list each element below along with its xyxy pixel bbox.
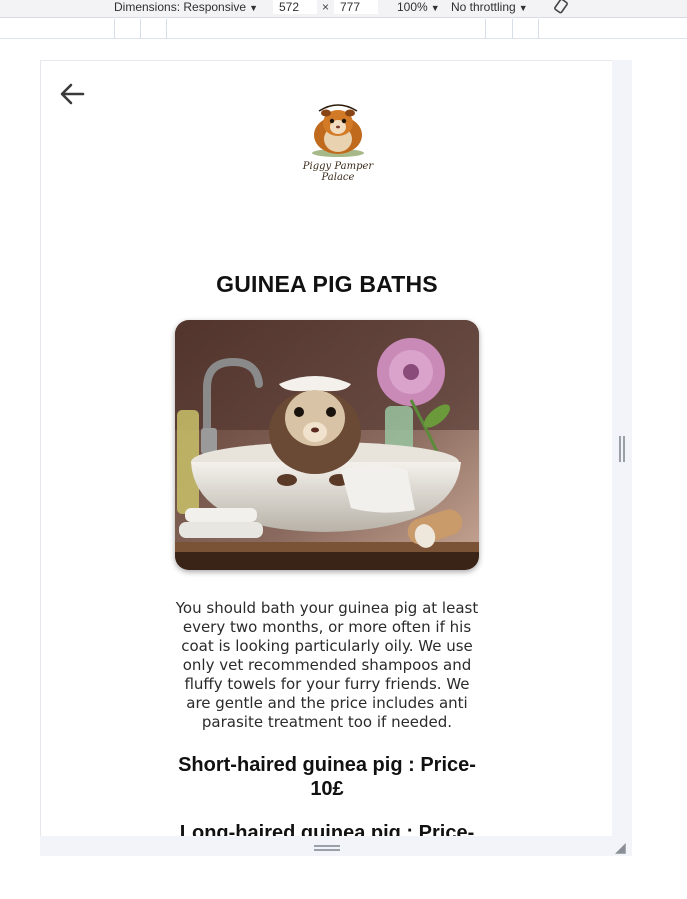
arrow-left-icon — [60, 83, 85, 105]
ruler-tick — [512, 19, 513, 39]
guinea-pig-logo-icon — [312, 104, 364, 157]
price-short-haired: Short-haired guinea pig : Price- 10£ — [178, 754, 476, 800]
page-viewport: Piggy Pamper Palace GUINEA PIG BATHS You… — [40, 60, 612, 836]
dimensions-dropdown[interactable]: Dimensions: Responsive ▼ — [114, 0, 258, 15]
resize-handle-bottom[interactable] — [314, 845, 340, 851]
logo-text: Piggy Pamper Palace — [299, 161, 377, 183]
ruler-tick — [140, 19, 141, 39]
chevron-down-icon: ▼ — [249, 3, 258, 13]
logo-text-line1: Piggy Pamper — [302, 161, 374, 172]
ruler-tick — [538, 19, 539, 39]
throttling-dropdown[interactable]: No throttling ▼ — [451, 0, 528, 15]
chevron-down-icon: ▼ — [518, 3, 528, 13]
media-query-ruler — [0, 19, 687, 39]
height-input[interactable] — [334, 0, 378, 14]
page-title: GUINEA PIG BATHS — [216, 271, 438, 297]
description-text: You should bath your guinea pig at least… — [175, 599, 479, 731]
ruler-tick — [166, 19, 167, 39]
logo[interactable]: Piggy Pamper Palace — [299, 99, 377, 191]
devtools-toolbar: Dimensions: Responsive▼ × 100%▼ No throt… — [0, 0, 687, 18]
logo-text-line2: Palace — [321, 172, 355, 183]
guinea-pig-bath-image — [175, 320, 479, 570]
dimensions-label: Dimensions: Responsive — [114, 0, 247, 14]
rotate-icon[interactable] — [553, 0, 569, 14]
throttling-label: No throttling — [451, 0, 516, 14]
chevron-down-icon: ▼ — [430, 3, 440, 13]
ruler-tick — [114, 19, 115, 39]
resize-corner-icon[interactable]: ◢ — [615, 840, 626, 856]
back-button[interactable] — [59, 83, 85, 105]
zoom-label: 100% — [397, 0, 428, 14]
resize-handle-right[interactable] — [619, 436, 625, 462]
times-separator: × — [322, 0, 330, 14]
zoom-dropdown[interactable]: 100% ▼ — [397, 0, 440, 15]
hero-image — [175, 320, 479, 570]
ruler-tick — [485, 19, 486, 39]
width-input[interactable] — [273, 0, 317, 14]
price-long-haired: Long-haired guinea pig : Price- — [179, 822, 475, 836]
